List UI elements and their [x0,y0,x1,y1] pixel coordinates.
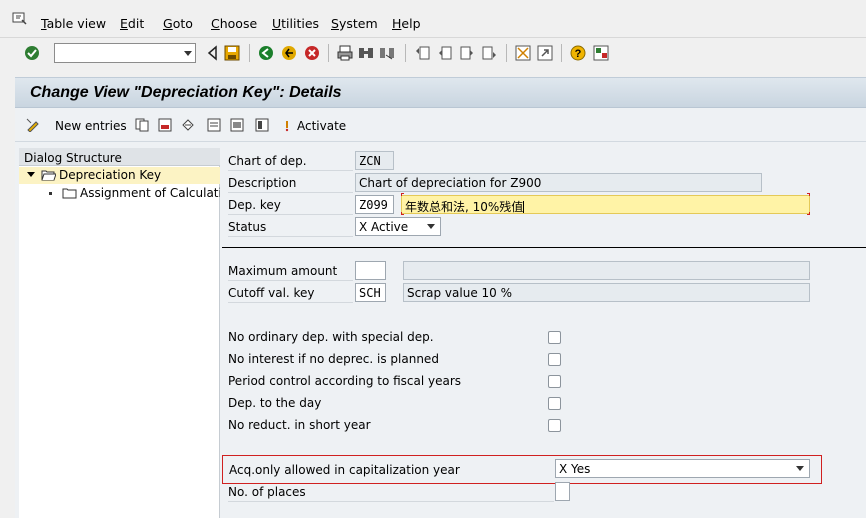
tree-item-label: Depreciation Key [59,168,162,182]
chevron-down-icon[interactable] [427,224,435,229]
status-select[interactable]: X Active [355,217,441,236]
next-page-icon[interactable] [459,45,475,61]
period-control-checkbox[interactable] [548,375,561,388]
display-change-icon[interactable] [26,118,40,132]
error-corner-mark [401,193,404,196]
dep-key-text-field[interactable]: 年数总和法, 10%残值 [401,195,810,214]
cutoff-val-key-field[interactable]: SCH [355,283,386,302]
dep-to-day-checkbox[interactable] [548,397,561,410]
print-icon[interactable] [337,45,353,61]
menu-system[interactable]: System [331,16,378,31]
description-label: Description [228,172,353,193]
select-block-icon[interactable] [230,118,244,132]
error-corner-mark [807,193,810,196]
error-corner-mark [807,212,810,215]
maximum-amount-label: Maximum amount [228,260,353,281]
menu-table-view[interactable]: Table view [41,16,106,31]
maximum-amount-text [403,261,810,280]
menu-goto[interactable]: Goto [163,16,193,31]
dialog-structure-header: Dialog Structure [19,148,220,166]
chart-of-dep-label: Chart of dep. [228,150,353,171]
checkbox-label: No ordinary dep. with special dep. [228,330,434,344]
acq-only-select[interactable]: X Yes [555,459,810,478]
enter-icon[interactable] [24,45,40,61]
last-page-icon[interactable] [481,45,497,61]
deselect-all-icon[interactable] [255,118,269,132]
no-of-places-field[interactable] [555,482,570,501]
separator [405,44,406,62]
status-label: Status [228,216,353,237]
back-icon[interactable] [205,45,221,61]
checkbox-label: No reduct. in short year [228,418,371,432]
find-next-icon[interactable] [379,45,395,61]
first-page-icon[interactable] [415,45,431,61]
green-back-icon[interactable] [258,45,274,61]
activate-button[interactable]: Activate [297,119,346,133]
separator [249,44,250,62]
exit-icon[interactable] [281,45,297,61]
application-toolbar: New entries Activate [15,108,866,142]
no-ordinary-dep-checkbox[interactable] [548,331,561,344]
save-icon[interactable] [224,45,240,61]
description-field: Chart of depreciation for Z900 [355,173,762,192]
dep-key-field[interactable]: Z099 [355,195,394,214]
tree-node-dot [49,192,52,195]
text-cursor [523,201,525,213]
chevron-down-icon[interactable] [796,466,804,471]
no-of-places-label: No. of places [228,481,554,502]
svg-text:?: ? [575,48,582,60]
delete-icon[interactable] [158,118,172,132]
select-all-icon[interactable] [207,118,221,132]
separator [328,44,329,62]
page-title: Change View "Depreciation Key": Details [30,84,342,101]
cutoff-val-key-label: Cutoff val. key [228,282,353,303]
open-folder-icon [41,170,56,181]
maximum-amount-field[interactable] [355,261,386,280]
menu-choose[interactable]: Choose [211,16,257,31]
menu-utilities[interactable]: Utilities [272,16,319,31]
checkbox-label: No interest if no deprec. is planned [228,352,439,366]
create-session-icon[interactable] [515,45,531,61]
undo-icon[interactable] [181,118,195,132]
title-bar: Change View "Depreciation Key": Details [15,77,866,108]
tree-item-depreciation-key[interactable]: Depreciation Key [19,167,220,184]
checkbox-label: Period control according to fiscal years [228,374,462,388]
copy-icon[interactable] [135,118,149,132]
chevron-down-icon[interactable] [184,51,192,56]
no-interest-checkbox[interactable] [548,353,561,366]
find-icon[interactable] [358,45,374,61]
error-corner-mark [401,212,404,215]
previous-page-icon[interactable] [437,45,453,61]
dep-key-label: Dep. key [228,194,353,215]
shortcut-icon[interactable] [537,45,553,61]
layout-icon[interactable] [593,45,609,61]
cancel-icon[interactable] [304,45,320,61]
menu-help[interactable]: Help [392,16,421,31]
help-icon[interactable]: ? [570,45,586,61]
chart-of-dep-field: ZCN [355,151,394,170]
status-select-value: X Active [359,220,409,234]
expand-arrow-icon[interactable] [27,172,35,177]
acq-only-label: Acq.only allowed in capitalization year [229,463,460,477]
standard-toolbar: ? [0,38,866,68]
folder-icon [62,188,77,199]
separator [506,44,507,62]
separator [561,44,562,62]
menu-bar: Table view Edit Goto Choose Utilities Sy… [0,0,866,38]
dep-key-text-value: 年数总和法, 10%残值 [405,200,524,214]
cutoff-val-key-text: Scrap value 10 % [403,283,810,302]
no-reduct-short-year-checkbox[interactable] [548,419,561,432]
section-divider [222,247,866,248]
tree-item-label: Assignment of Calculation [80,186,220,200]
activate-icon[interactable] [280,118,294,132]
dialog-structure-panel: Dialog Structure Depreciation Key Assign… [19,148,220,518]
menu-edit[interactable]: Edit [120,16,144,31]
checkbox-label: Dep. to the day [228,396,322,410]
new-entries-button[interactable]: New entries [55,119,127,133]
tree-item-assignment[interactable]: Assignment of Calculation [19,185,220,202]
command-field[interactable] [54,43,196,63]
system-menu-icon[interactable] [12,12,28,26]
acq-only-select-value: X Yes [559,462,591,476]
